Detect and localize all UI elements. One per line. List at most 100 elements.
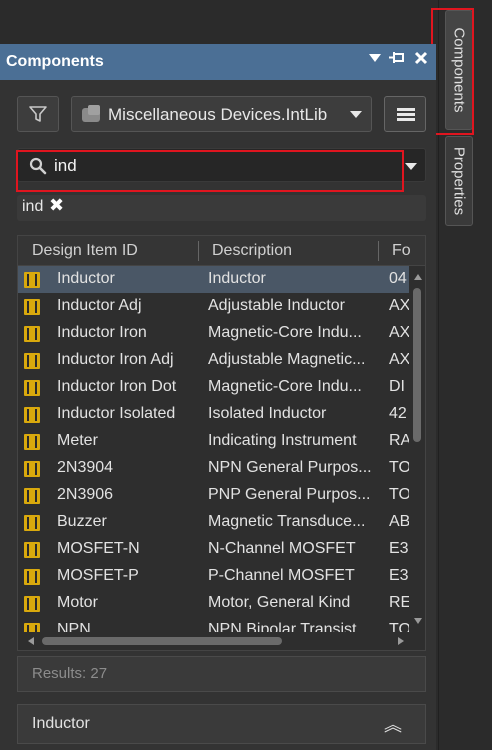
table-row[interactable]: 2N3906 PNP General Purpos... TO [18,482,409,509]
tab-components-label: Components [450,27,468,113]
component-details-header[interactable]: Inductor ︽ [17,704,426,744]
scroll-left-icon[interactable] [28,637,34,645]
menu-icon [397,108,415,111]
scroll-down-icon[interactable] [414,618,422,624]
horizontal-scrollbar[interactable] [18,632,425,650]
filter-chip-label: ind [22,198,44,215]
component-icon [24,407,40,423]
table-header: Design Item ID Description Fo [18,236,425,266]
cell-footprint: DI [389,378,405,395]
close-icon[interactable] [412,51,430,71]
table-row[interactable]: Inductor Iron Adj Adjustable Magnetic... A… [18,347,409,374]
cell-design-item-id: Inductor Isolated [57,405,176,422]
cell-description: N-Channel MOSFET [208,540,356,557]
table-row[interactable]: Buzzer Magnetic Transduce... AB [18,509,409,536]
cell-description: Indicating Instrument [208,432,357,449]
table-row[interactable]: Inductor Inductor 04 [18,266,409,293]
column-divider[interactable] [198,241,199,261]
cell-description: Magnetic-Core Indu... [208,324,362,341]
component-icon [24,596,40,612]
table-row[interactable]: NPN NPN Bipolar Transist... TO [18,617,409,632]
cell-description: NPN Bipolar Transist... [208,621,370,632]
cell-description: NPN General Purpos... [208,459,372,476]
cell-description: PNP General Purpos... [208,486,371,503]
filter-icon [29,106,47,122]
cell-footprint: TO [389,486,409,503]
search-box[interactable] [17,148,426,182]
panel-header: Components [0,44,436,80]
cell-footprint: E3 [389,567,409,584]
cell-description: Adjustable Inductor [208,297,345,314]
cell-description: Magnetic-Core Indu... [208,378,362,395]
remove-filter-icon[interactable]: ✖ [49,195,64,216]
cell-footprint: TO [389,459,409,476]
component-icon [24,623,40,632]
column-header-design-item-id[interactable]: Design Item ID [32,242,138,260]
library-name: Miscellaneous Devices.IntLib [108,105,328,124]
component-icon [24,326,40,342]
scroll-right-icon[interactable] [398,637,404,645]
cell-design-item-id: Inductor Iron [57,324,147,341]
components-panel: Components Miscellaneous Devices.IntLib … [0,44,436,750]
cell-footprint: AX [389,324,409,341]
column-header-footprint[interactable]: Fo [392,242,412,260]
component-icon [24,299,40,315]
table-row[interactable]: MOSFET-P P-Channel MOSFET E3 [18,563,409,590]
cell-design-item-id: Motor [57,594,98,611]
table-row[interactable]: Motor Motor, General Kind RE [18,590,409,617]
cell-design-item-id: NPN [57,621,91,632]
cell-design-item-id: Inductor Adj [57,297,142,314]
filter-chip-bar: ind ✖ [17,195,426,221]
cell-design-item-id: 2N3906 [57,486,114,503]
cell-design-item-id: 2N3904 [57,459,114,476]
cell-footprint: RA [389,432,409,449]
component-icon [24,569,40,585]
scroll-up-icon[interactable] [414,274,422,280]
tab-properties[interactable]: Properties [445,136,473,226]
component-icon [24,272,40,288]
table-row[interactable]: Meter Indicating Instrument RA [18,428,409,455]
component-icon [24,488,40,504]
cell-footprint: TO [389,621,409,632]
vertical-scroll-thumb[interactable] [413,288,421,442]
tab-components[interactable]: Components [445,10,473,130]
component-icon [24,542,40,558]
column-divider[interactable] [378,241,379,261]
table-row[interactable]: Inductor Adj Adjustable Inductor AX [18,293,409,320]
library-selector[interactable]: Miscellaneous Devices.IntLib [71,96,372,132]
pin-icon[interactable] [388,51,406,71]
results-count: Results: 27 [32,665,108,682]
panel-title: Components [6,53,104,70]
cell-design-item-id: Inductor Iron Dot [57,378,177,395]
search-input[interactable] [54,155,394,177]
cell-description: Adjustable Magnetic... [208,351,366,368]
vertical-scrollbar[interactable] [409,266,425,632]
cell-description: Inductor [208,270,266,287]
horizontal-scroll-thumb[interactable] [42,637,282,645]
collapse-icon[interactable]: ︽ [384,711,402,737]
menu-button[interactable] [384,96,426,132]
cell-design-item-id: Inductor Iron Adj [57,351,174,368]
table-row[interactable]: Inductor Iron Magnetic-Core Indu... AX [18,320,409,347]
results-bar: Results: 27 [17,656,426,692]
component-icon [24,461,40,477]
cell-design-item-id: MOSFET-N [57,540,140,557]
search-icon [29,157,47,175]
table-row[interactable]: MOSFET-N N-Channel MOSFET E3 [18,536,409,563]
dropdown-icon[interactable] [366,51,384,71]
cell-footprint: AX [389,297,409,314]
table-row[interactable]: 2N3904 NPN General Purpos... TO [18,455,409,482]
cell-description: P-Channel MOSFET [208,567,355,584]
cell-footprint: RE [389,594,409,611]
cell-footprint: E3 [389,540,409,557]
cell-footprint: AB [389,513,409,530]
table-row[interactable]: Inductor Iron Dot Magnetic-Core Indu... DI [18,374,409,401]
column-header-description[interactable]: Description [212,242,292,260]
search-history-dropdown-icon[interactable] [405,163,417,170]
table-row[interactable]: Inductor Isolated Isolated Inductor 42 [18,401,409,428]
cell-description: Motor, General Kind [208,594,351,611]
filter-button[interactable] [17,96,59,132]
cell-description: Isolated Inductor [208,405,327,422]
tab-properties-label: Properties [450,146,468,216]
cell-footprint: 42 [389,405,407,422]
